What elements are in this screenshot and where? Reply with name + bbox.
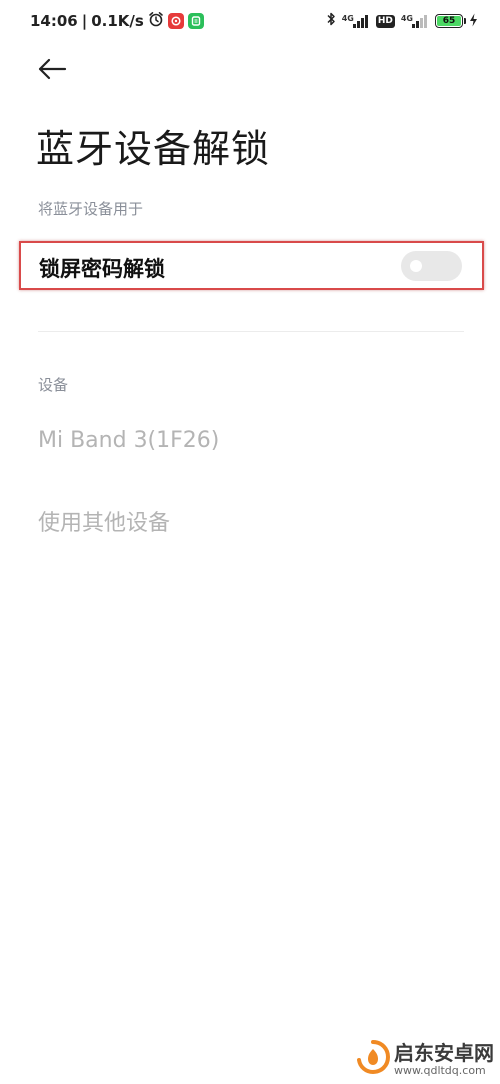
status-left: 14:06 | 0.1K/s	[30, 11, 204, 31]
back-button[interactable]	[34, 56, 70, 86]
green-app-icon	[187, 13, 204, 29]
lockscreen-unlock-switch[interactable]	[401, 251, 462, 281]
watermark-text: 启东安卓网 www.qdltdq.com	[394, 1043, 494, 1076]
status-bar: 14:06 | 0.1K/s 4G HD 4G 65	[0, 0, 500, 42]
status-separator: |	[81, 12, 88, 30]
page-title: 蓝牙设备解锁	[36, 127, 271, 171]
charging-icon	[469, 12, 478, 31]
back-arrow-icon	[37, 58, 67, 84]
sim2-network-label: 4G	[400, 14, 413, 23]
device-item-mi-band[interactable]: Mi Band 3(1F26)	[38, 428, 219, 453]
lockscreen-unlock-row[interactable]: 锁屏密码解锁	[19, 241, 484, 290]
section-label-devices: 设备	[38, 376, 69, 394]
lockscreen-unlock-label: 锁屏密码解锁	[39, 257, 165, 281]
signal-icon: 4G	[342, 14, 370, 28]
watermark-url: www.qdltdq.com	[394, 1063, 486, 1077]
status-time: 14:06	[30, 12, 78, 30]
switch-knob	[410, 260, 422, 272]
hd-icon: HD	[375, 14, 395, 28]
battery-icon: 65	[435, 14, 466, 28]
battery-level: 65	[437, 16, 461, 26]
bluetooth-icon	[326, 11, 336, 31]
sim1-network-label: 4G	[341, 14, 354, 23]
status-net-speed: 0.1K/s	[91, 12, 144, 30]
alarm-icon	[148, 11, 164, 31]
section-divider	[38, 331, 464, 332]
watermark: 启东安卓网 www.qdltdq.com	[356, 1038, 494, 1080]
signal-icon-sim2: 4G	[401, 14, 429, 28]
section-label-use: 将蓝牙设备用于	[38, 200, 144, 218]
watermark-logo-icon	[356, 1040, 391, 1078]
device-item-other[interactable]: 使用其他设备	[38, 505, 170, 537]
status-right: 4G HD 4G 65	[326, 11, 478, 31]
netease-music-app-icon	[167, 13, 184, 29]
watermark-main: 启东安卓网	[394, 1040, 494, 1065]
